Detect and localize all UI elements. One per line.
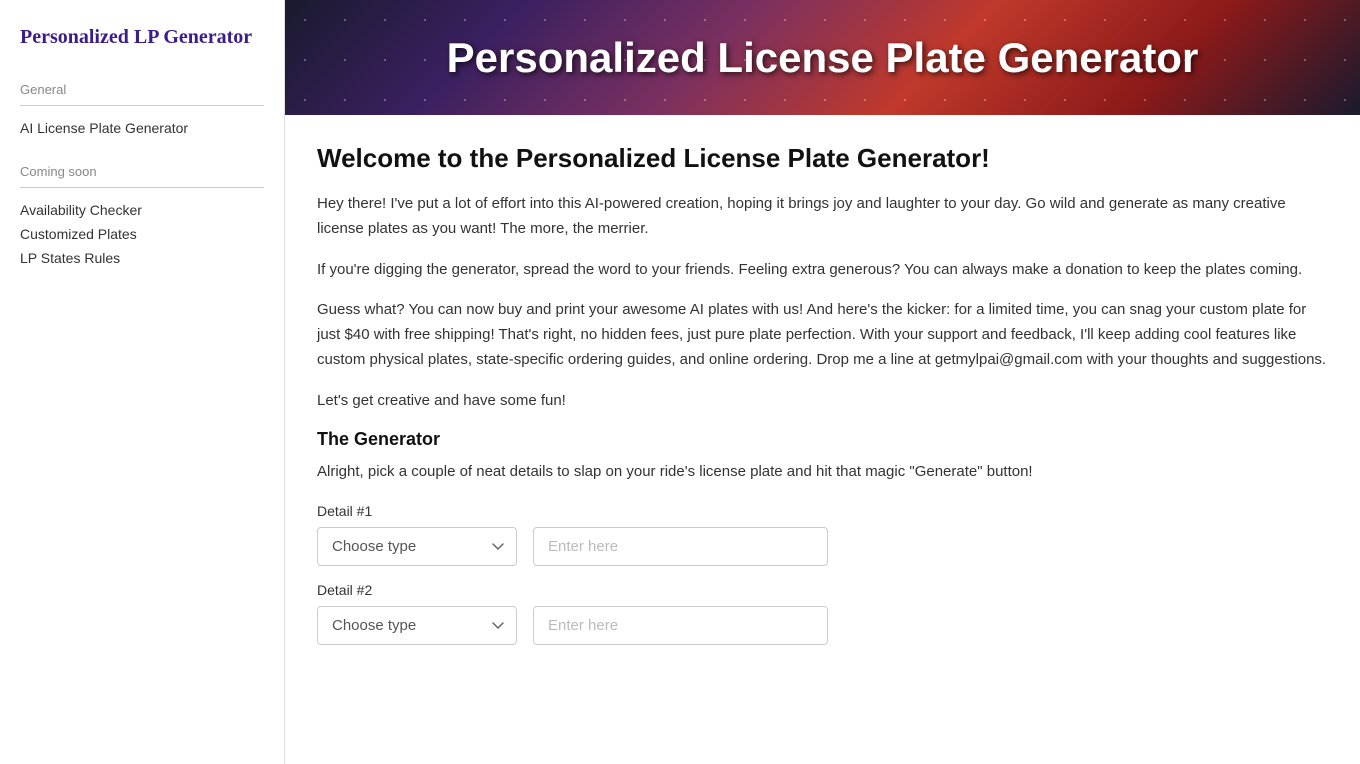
main-content: Personalized License Plate Generator Wel… <box>285 0 1360 764</box>
sidebar-section-general: General <box>20 82 264 97</box>
detail1-row: Choose type <box>317 527 1328 566</box>
sidebar-item-customized-plates[interactable]: Customized Plates <box>20 222 264 246</box>
generator-subtext: Alright, pick a couple of neat details t… <box>317 460 1328 485</box>
sidebar-logo[interactable]: Personalized LP Generator <box>20 24 264 50</box>
sidebar-divider-coming-soon <box>20 187 264 188</box>
detail2-input[interactable] <box>533 606 828 645</box>
sidebar-link-ai-generator[interactable]: AI License Plate Generator <box>20 116 264 140</box>
detail2-type-select[interactable]: Choose type <box>317 606 517 645</box>
sidebar-item-lp-states-rules[interactable]: LP States Rules <box>20 246 264 270</box>
detail1-input[interactable] <box>533 527 828 566</box>
content-area: Welcome to the Personalized License Plat… <box>285 115 1360 677</box>
detail1-type-select[interactable]: Choose type <box>317 527 517 566</box>
intro-paragraph-1: Hey there! I've put a lot of effort into… <box>317 192 1328 242</box>
sidebar-item-availability-checker[interactable]: Availability Checker <box>20 198 264 222</box>
sidebar-divider-general <box>20 105 264 106</box>
detail2-label: Detail #2 <box>317 582 1328 598</box>
detail1-label: Detail #1 <box>317 503 1328 519</box>
hero-banner: Personalized License Plate Generator <box>285 0 1360 115</box>
sidebar: Personalized LP Generator General AI Lic… <box>0 0 285 764</box>
intro-paragraph-2: If you're digging the generator, spread … <box>317 258 1328 283</box>
sidebar-section-coming-soon: Coming soon <box>20 164 264 179</box>
hero-title: Personalized License Plate Generator <box>447 34 1199 82</box>
detail2-row: Choose type <box>317 606 1328 645</box>
intro-paragraph-3: Guess what? You can now buy and print yo… <box>317 298 1328 372</box>
intro-paragraph-4: Let's get creative and have some fun! <box>317 389 1328 414</box>
welcome-title: Welcome to the Personalized License Plat… <box>317 143 1328 174</box>
generator-heading: The Generator <box>317 429 1328 450</box>
